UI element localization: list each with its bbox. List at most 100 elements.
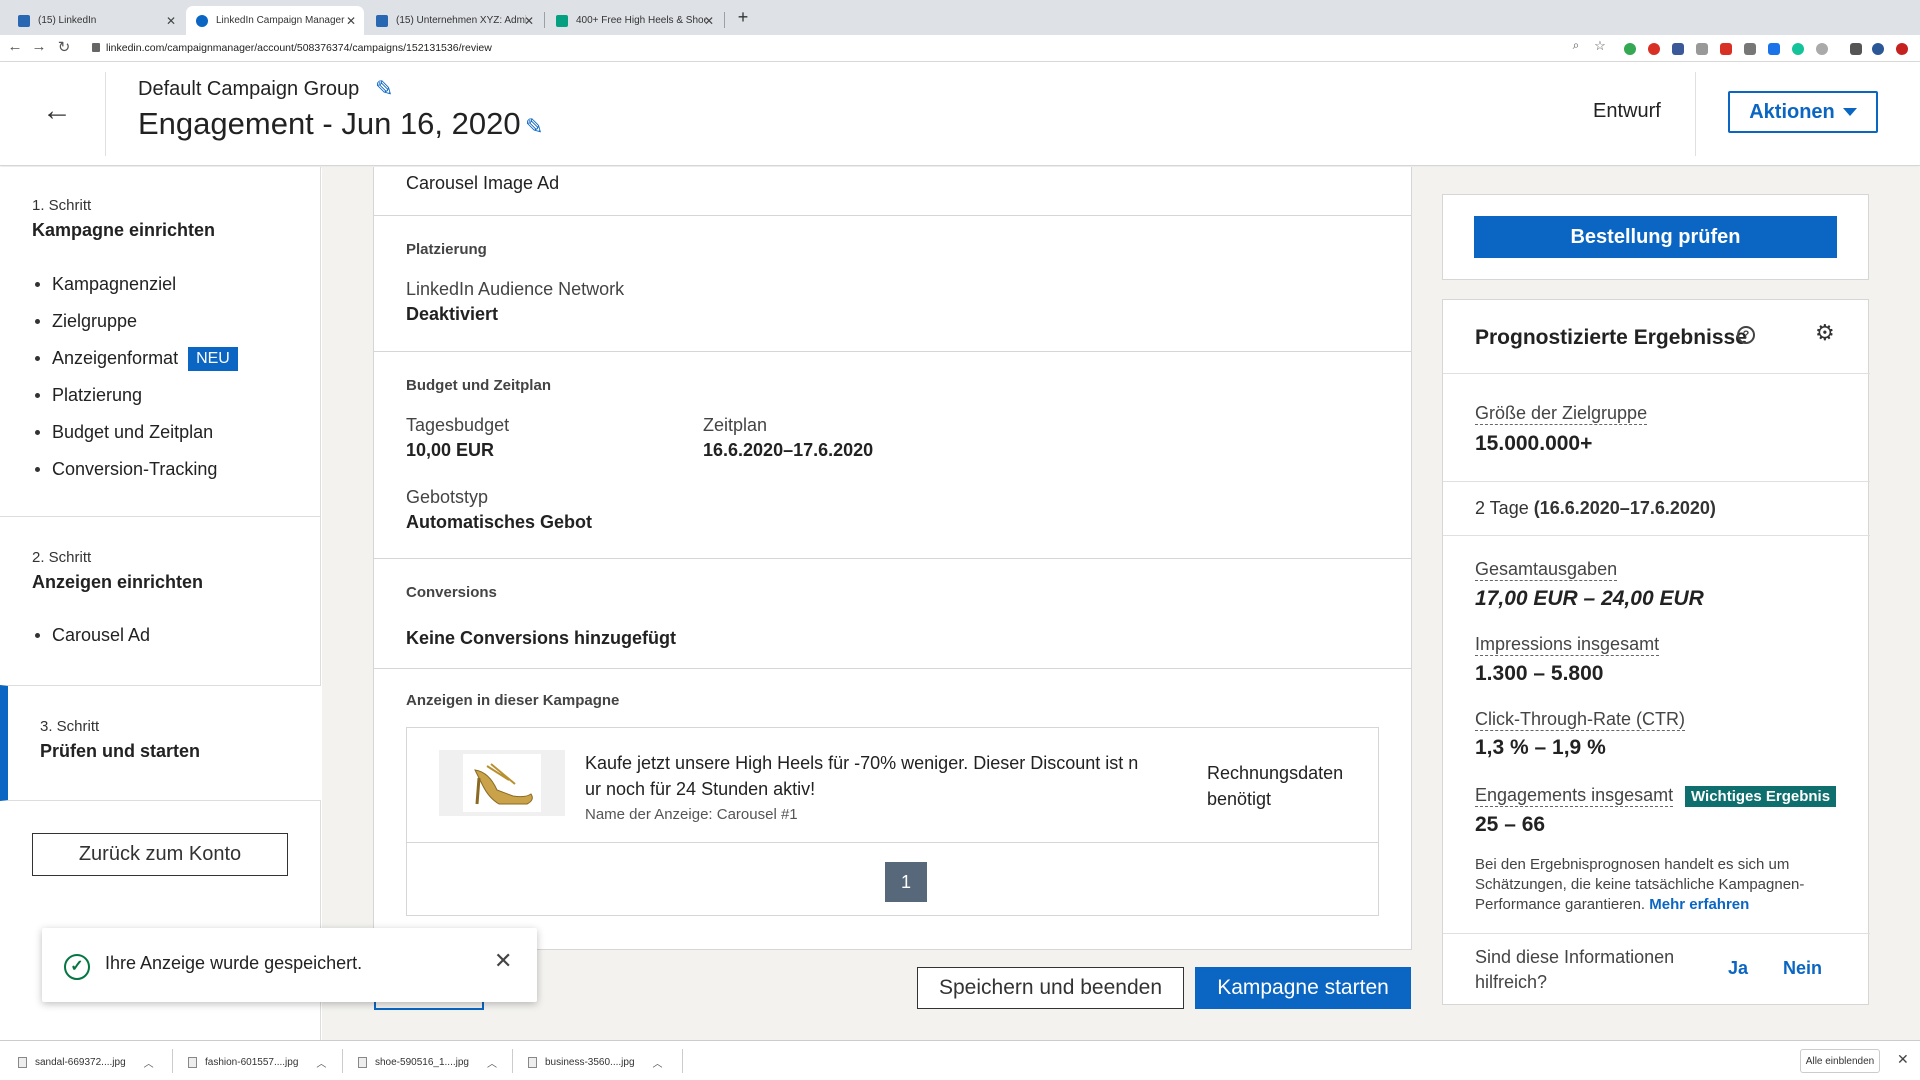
step-number: 3. Schritt [40, 718, 100, 735]
reload-icon[interactable]: ↻ [55, 38, 73, 56]
helpful-yes-link[interactable]: Ja [1728, 958, 1748, 979]
step-1-header: 1. Schritt Kampagne einrichten [32, 197, 215, 241]
audience-size-label: Größe der Zielgruppe [1475, 403, 1648, 425]
close-tab-icon[interactable]: ✕ [704, 14, 714, 28]
campaign-group-name: Default Campaign Group [138, 78, 360, 100]
close-icon[interactable]: ✕ [1897, 1051, 1909, 1068]
save-and-exit-button[interactable]: Speichern und beenden [917, 967, 1184, 1009]
billing-line: Rechnungsdaten [1207, 763, 1344, 783]
ads-divider [407, 842, 1378, 843]
extension-icon[interactable] [1696, 43, 1708, 55]
zoom-icon[interactable]: ⌕ [1567, 38, 1585, 53]
gear-icon[interactable]: ⚙ [1815, 320, 1835, 346]
actions-dropdown-button[interactable]: Aktionen [1728, 91, 1878, 133]
download-item[interactable]: business-3560....jpg ︿ [528, 1051, 663, 1073]
header-divider [1695, 72, 1696, 156]
toast-message: Ihre Anzeige wurde gespeichert. [105, 953, 363, 973]
nav-item-label: Conversion-Tracking [52, 459, 218, 479]
bullet [35, 319, 40, 324]
section-heading: Anzeigen in dieser Kampagne [406, 692, 620, 709]
key-result-badge: Wichtiges Ergebnis [1685, 786, 1837, 807]
ad-thumbnail-image[interactable] [439, 750, 565, 816]
browser-tab-company-admin[interactable]: (15) Unternehmen XYZ: Admin ✕ [366, 6, 542, 35]
browser-tab-bar: (15) LinkedIn ✕ LinkedIn Campaign Manage… [0, 0, 1920, 35]
download-item[interactable]: sandal-669372....jpg ︿ [18, 1051, 154, 1073]
help-circle-icon[interactable]: ? [1737, 326, 1755, 344]
nav-item-platzierung[interactable]: Platzierung [35, 377, 238, 414]
actions-label: Aktionen [1749, 100, 1835, 123]
bullet [35, 356, 40, 361]
billing-line: benötigt [1207, 789, 1272, 809]
url-field[interactable]: linkedin.com/campaignmanager/account/508… [92, 38, 1792, 59]
ad-format-value: Carousel Image Ad [406, 173, 560, 193]
download-item[interactable]: fashion-601557....jpg ︿ [188, 1051, 326, 1073]
show-all-downloads-button[interactable]: Alle einblenden [1800, 1049, 1880, 1073]
close-tab-icon[interactable]: ✕ [166, 14, 176, 28]
extension-icon[interactable] [1768, 43, 1780, 55]
back-arrow-icon[interactable]: ← [42, 96, 72, 126]
close-icon[interactable]: ✕ [494, 948, 512, 974]
nav-item-label: Kampagnenziel [52, 274, 177, 294]
chevron-up-icon[interactable]: ︿ [653, 1055, 663, 1070]
bookmark-star-icon[interactable]: ☆ [1591, 38, 1609, 54]
close-tab-icon[interactable]: ✕ [524, 14, 534, 28]
extension-icon[interactable] [1792, 43, 1804, 55]
chevron-up-icon[interactable]: ︿ [144, 1055, 154, 1070]
nav-item-zielgruppe[interactable]: Zielgruppe [35, 303, 238, 340]
forecast-divider [1443, 373, 1870, 374]
helpful-question: Sind diese Informationen hilfreich? [1475, 947, 1675, 992]
downloads-bar: sandal-669372....jpg ︿ fashion-601557...… [0, 1040, 1920, 1080]
new-tab-plus-icon[interactable]: + [733, 7, 753, 27]
menu-icon[interactable] [1896, 43, 1908, 55]
back-to-account-button[interactable]: Zurück zum Konto [32, 833, 288, 876]
chevron-up-icon[interactable]: ︿ [487, 1055, 497, 1070]
ads-list: Kaufe jetzt unsere High Heels für -70% w… [406, 727, 1379, 916]
browser-tab-linkedin[interactable]: (15) LinkedIn ✕ [8, 6, 184, 35]
browser-tab-pixabay[interactable]: 400+ Free High Heels & Shoes ✕ [546, 6, 722, 35]
extension-icon[interactable] [1624, 43, 1636, 55]
chevron-up-icon[interactable]: ︿ [316, 1055, 326, 1070]
nav-item-kampagnenziel[interactable]: Kampagnenziel [35, 266, 238, 303]
learn-more-link[interactable]: Mehr erfahren [1649, 896, 1749, 913]
bullet [35, 633, 40, 638]
extension-icon[interactable] [1816, 43, 1828, 55]
tab-separator [724, 12, 725, 28]
campaign-status: Entwurf [1593, 100, 1661, 122]
lock-icon [92, 43, 100, 52]
edit-group-pencil-icon[interactable]: ✎ [375, 76, 393, 102]
daily-budget-label: Tagesbudget [406, 415, 510, 435]
ctr-value: 1,3 % – 1,9 % [1475, 736, 1606, 759]
extension-icon[interactable] [1672, 43, 1684, 55]
reading-list-icon[interactable] [1850, 43, 1862, 55]
forecast-title: Prognostizierte Ergebnisse [1475, 326, 1747, 349]
extension-icon[interactable] [1744, 43, 1756, 55]
nav-item-conversion-tracking[interactable]: Conversion-Tracking [35, 451, 238, 488]
review-order-button[interactable]: Bestellung prüfen [1474, 216, 1837, 258]
edit-campaign-pencil-icon[interactable]: ✎ [525, 114, 543, 140]
total-spend-label: Gesamtausgaben [1475, 559, 1618, 581]
download-filename: fashion-601557....jpg [205, 1056, 299, 1068]
step-3-active[interactable]: 3. Schritt Prüfen und starten [0, 685, 321, 801]
download-divider [682, 1049, 683, 1073]
back-arrow-icon[interactable]: ← [6, 38, 24, 55]
step-title: Kampagne einrichten [32, 220, 216, 240]
extension-icon[interactable] [1720, 43, 1732, 55]
ad-billing-status: Rechnungsdaten benötigt [1207, 760, 1357, 812]
extension-icon[interactable] [1648, 43, 1660, 55]
close-tab-icon[interactable]: ✕ [346, 14, 356, 28]
download-filename: sandal-669372....jpg [35, 1056, 126, 1068]
download-item[interactable]: shoe-590516_1....jpg ︿ [358, 1051, 497, 1073]
pagination-page-button[interactable]: 1 [885, 862, 927, 902]
nav-item-carousel-ad[interactable]: Carousel Ad [35, 617, 150, 654]
tab-title: LinkedIn Campaign Manager [216, 15, 345, 26]
nav-item-anzeigenformat[interactable]: Anzeigenformat NEU [35, 340, 238, 377]
helpful-no-link[interactable]: Nein [1783, 958, 1822, 979]
forecast-divider [1443, 535, 1870, 536]
profile-avatar[interactable] [1872, 43, 1884, 55]
forward-arrow-icon[interactable]: → [30, 38, 48, 55]
nav-item-budget[interactable]: Budget und Zeitplan [35, 414, 238, 451]
launch-campaign-button[interactable]: Kampagne starten [1195, 967, 1411, 1009]
forecast-card: Prognostizierte Ergebnisse ? ⚙ Größe der… [1442, 299, 1870, 1005]
forecast-divider [1443, 481, 1870, 482]
browser-tab-campaign-manager[interactable]: LinkedIn Campaign Manager ✕ [186, 6, 364, 35]
